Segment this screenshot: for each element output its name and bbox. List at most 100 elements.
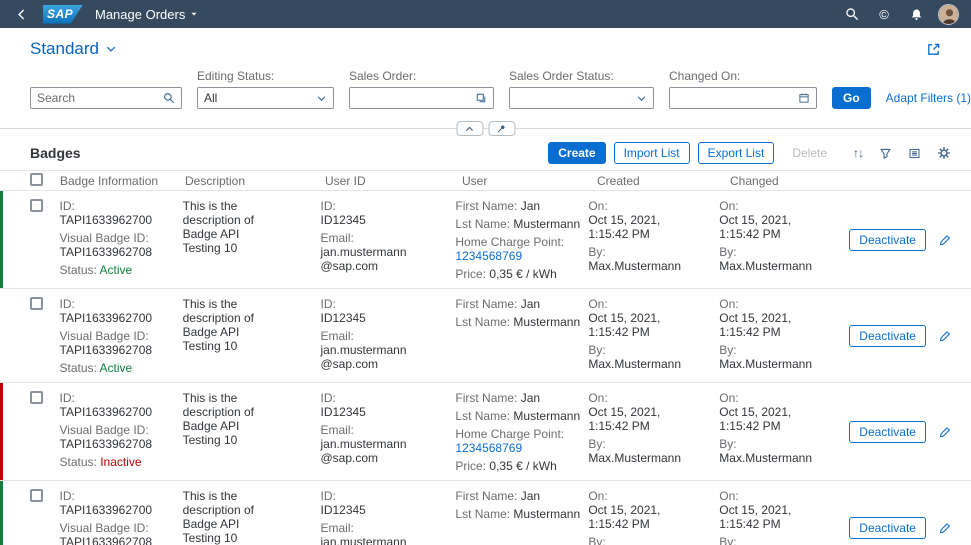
changed-by-value: Max.Mustermann (719, 357, 841, 371)
edit-pencil-icon[interactable] (938, 330, 951, 343)
copyright-icon[interactable]: © (874, 7, 894, 22)
edit-pencil-icon[interactable] (938, 234, 951, 247)
table-header: Badge Information Description User ID Us… (0, 170, 971, 191)
by-label: By: (719, 245, 841, 259)
export-list-button[interactable]: Export List (698, 142, 775, 164)
column-header-description[interactable]: Description (185, 174, 325, 188)
sort-down-glyph: ↓ (858, 146, 863, 160)
sales-order-label: Sales Order: (349, 69, 494, 83)
first-name-value: Jan (521, 391, 540, 405)
visual-badge-id-label: Visual Badge ID: (60, 423, 175, 437)
id-label: ID: (60, 199, 175, 213)
created-cell: On: Oct 15, 2021, 1:15:42 PM By: Max.Mus… (588, 489, 719, 545)
row-checkbox[interactable] (30, 391, 43, 404)
changed-on-label: Changed On: (669, 69, 817, 83)
settings-gear-icon[interactable] (937, 146, 951, 160)
last-name-label: Lst Name: (455, 315, 510, 329)
status-label: Status: (60, 263, 97, 277)
pin-filter-bar-button[interactable] (488, 121, 515, 136)
user-avatar[interactable] (938, 4, 959, 25)
status-label: Status: (60, 361, 97, 375)
column-header-created[interactable]: Created (597, 174, 730, 188)
app-title-menu[interactable]: Manage Orders (95, 7, 198, 22)
search-filter-group (30, 87, 182, 109)
first-name-label: First Name: (455, 297, 517, 311)
chevron-left-icon (16, 9, 27, 20)
page-header: Standard (0, 28, 971, 61)
go-button[interactable]: Go (832, 87, 871, 109)
changed-on-input[interactable] (669, 87, 817, 109)
sales-order-status-select[interactable] (509, 87, 654, 109)
badge-id-value: TAPI1633962700 (60, 213, 175, 227)
edit-pencil-icon[interactable] (938, 522, 951, 535)
user-cell: First Name: Jan Lst Name: Mustermann Hom… (455, 297, 588, 375)
search-icon[interactable] (163, 92, 175, 104)
email-label: Email: (320, 521, 447, 535)
deactivate-button[interactable]: Deactivate (849, 517, 926, 539)
home-charge-point-link[interactable]: 1234568769 (455, 249, 522, 263)
email-value: jan.mustermann@sap.com (320, 245, 412, 273)
visual-badge-id-value: TAPI1633962708 (60, 437, 175, 451)
import-list-button[interactable]: Import List (614, 142, 690, 164)
id-label: ID: (320, 391, 447, 405)
edit-pencil-icon[interactable] (938, 426, 951, 439)
share-icon[interactable] (926, 42, 941, 57)
collapse-filter-bar-button[interactable] (456, 121, 483, 136)
row-checkbox[interactable] (30, 199, 43, 212)
on-label: On: (588, 297, 711, 311)
column-header-changed[interactable]: Changed (730, 174, 862, 188)
column-header-user[interactable]: User (462, 174, 597, 188)
variant-selector[interactable]: Standard (30, 39, 117, 59)
group-icon[interactable] (908, 147, 921, 160)
column-header-user-id[interactable]: User ID (325, 174, 462, 188)
on-label: On: (588, 489, 711, 503)
description-cell: This is the description of Badge API Tes… (183, 297, 321, 375)
table-row: ID: TAPI1633962700 Visual Badge ID: TAPI… (0, 289, 971, 383)
pin-icon (497, 124, 507, 134)
filter-icon[interactable] (879, 147, 892, 160)
shell-search-icon[interactable] (842, 7, 862, 21)
first-name-label: First Name: (455, 199, 517, 213)
email-label: Email: (320, 423, 447, 437)
id-label: ID: (60, 489, 175, 503)
calendar-icon[interactable] (798, 92, 810, 104)
deactivate-button[interactable]: Deactivate (849, 421, 926, 443)
sort-icon[interactable]: ↑↓ (853, 146, 863, 160)
price-value: 0,35 € / kWh (489, 459, 556, 473)
user-id-cell: ID: ID12345 Email: jan.mustermann@sap.co… (320, 391, 455, 473)
by-label: By: (588, 245, 711, 259)
search-field[interactable] (30, 87, 182, 109)
deactivate-button[interactable]: Deactivate (849, 325, 926, 347)
table-icon-group: ↑↓ (853, 146, 951, 160)
user-id-cell: ID: ID12345 Email: jan.mustermann@sap.co… (320, 297, 455, 375)
adapt-filters-link[interactable]: Adapt Filters (1) (886, 91, 971, 109)
row-checkbox[interactable] (30, 297, 43, 310)
actions-cell: Deactivate (849, 199, 971, 281)
home-charge-point-link[interactable]: 1234568769 (455, 441, 522, 455)
chevron-up-icon (465, 124, 475, 134)
value-help-icon[interactable] (475, 92, 487, 104)
by-label: By: (719, 437, 841, 451)
created-on-value: Oct 15, 2021, 1:15:42 PM (588, 503, 674, 531)
notifications-bell-icon[interactable] (906, 8, 926, 21)
row-highlight-stripe (0, 481, 3, 545)
filter-bar-footer (0, 121, 971, 137)
table-title: Badges (30, 145, 81, 161)
filter-bar: Editing Status: All Sales Order: Sales O… (0, 61, 971, 121)
create-button[interactable]: Create (548, 142, 605, 164)
row-checkbox[interactable] (30, 489, 43, 502)
search-input[interactable] (37, 91, 159, 105)
changed-on-value: Oct 15, 2021, 1:15:42 PM (719, 405, 805, 433)
delete-button[interactable]: Delete (782, 142, 837, 164)
column-header-badge-information[interactable]: Badge Information (60, 174, 185, 188)
created-on-value: Oct 15, 2021, 1:15:42 PM (588, 311, 674, 339)
deactivate-button[interactable]: Deactivate (849, 229, 926, 251)
sales-order-input[interactable] (349, 87, 494, 109)
editing-status-select[interactable]: All (197, 87, 334, 109)
last-name-label: Lst Name: (455, 217, 510, 231)
on-label: On: (588, 391, 711, 405)
back-button[interactable] (12, 9, 31, 20)
chevron-down-icon (190, 10, 198, 18)
table-row: ID: TAPI1633962700 Visual Badge ID: TAPI… (0, 383, 971, 481)
select-all-checkbox[interactable] (30, 173, 43, 186)
